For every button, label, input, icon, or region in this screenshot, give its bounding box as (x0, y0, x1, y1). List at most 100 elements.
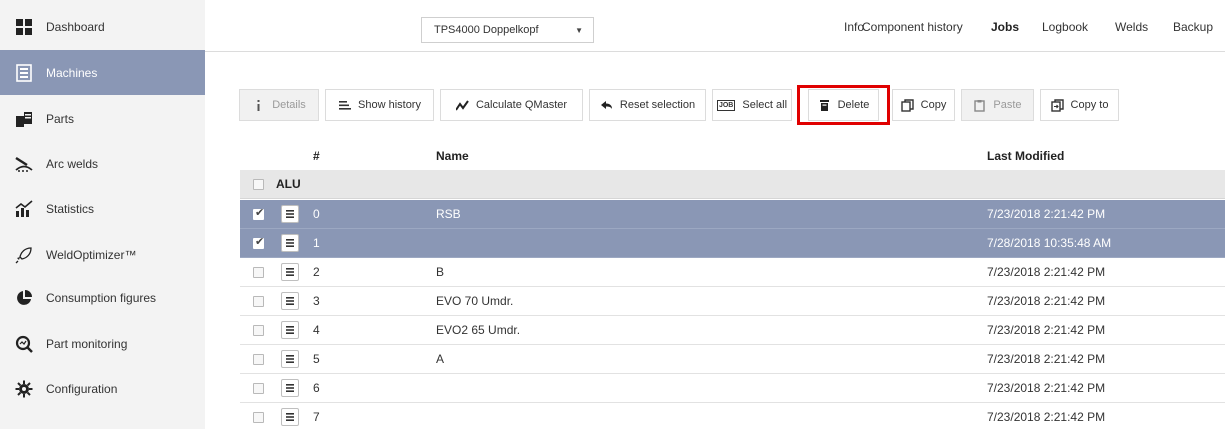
sidebar-item-statistics[interactable]: Statistics (0, 186, 205, 231)
gear-icon (14, 379, 34, 399)
table-row[interactable]: 5 A 7/23/2018 2:21:42 PM (240, 345, 1225, 374)
sidebar-item-label: Dashboard (46, 19, 105, 34)
row-menu-icon[interactable] (281, 292, 299, 310)
column-header-num[interactable]: # (313, 149, 320, 163)
row-modified: 7/23/2018 2:21:42 PM (987, 381, 1106, 395)
row-menu-icon[interactable] (281, 350, 299, 368)
sidebar-item-machines[interactable]: Machines (0, 50, 205, 95)
chevron-down-icon: ▼ (575, 26, 583, 35)
row-name: EVO 70 Umdr. (436, 294, 514, 308)
delete-highlight-frame (797, 85, 890, 125)
tab-backup[interactable]: Backup (1173, 20, 1213, 34)
show-history-button[interactable]: Show history (325, 89, 434, 121)
paste-button[interactable]: Paste (961, 89, 1034, 121)
table-row[interactable]: 3 EVO 70 Umdr. 7/23/2018 2:21:42 PM (240, 287, 1225, 316)
row-checkbox[interactable] (253, 354, 264, 365)
row-checkbox[interactable] (253, 325, 264, 336)
sidebar-item-parts[interactable]: Parts (0, 96, 205, 141)
copy-icon (900, 98, 914, 112)
column-header-last-modified[interactable]: Last Modified (987, 149, 1064, 163)
row-num: 0 (313, 207, 320, 221)
line-chart-icon (455, 99, 469, 112)
row-modified: 7/23/2018 2:21:42 PM (987, 352, 1106, 366)
copy-to-icon (1050, 98, 1064, 112)
row-checkbox[interactable]: ✔ (253, 236, 264, 249)
history-list-icon (338, 99, 351, 112)
row-num: 3 (313, 294, 320, 308)
reply-arrow-icon (600, 99, 613, 112)
select-all-button[interactable]: JOB Select all (712, 89, 792, 121)
copy-button[interactable]: Copy (892, 89, 955, 121)
column-header-name[interactable]: Name (436, 149, 469, 163)
row-checkbox[interactable]: ✔ (253, 207, 264, 220)
table-row[interactable]: ✔ 1 7/28/2018 10:35:48 AM (240, 229, 1225, 258)
group-checkbox[interactable] (253, 179, 264, 190)
row-num: 7 (313, 410, 320, 424)
calculate-qmaster-button[interactable]: Calculate QMaster (440, 89, 583, 121)
row-menu-icon[interactable] (281, 205, 299, 223)
row-name: EVO2 65 Umdr. (436, 323, 521, 337)
row-modified: 7/23/2018 2:21:42 PM (987, 410, 1106, 424)
sidebar-item-configuration[interactable]: Configuration (0, 366, 205, 411)
row-checkbox[interactable] (253, 296, 264, 307)
machine-select[interactable]: TPS4000 Doppelkopf ▼ (421, 17, 594, 43)
copy-button-label: Copy (920, 99, 947, 111)
tab-jobs[interactable]: Jobs (991, 20, 1019, 34)
select-all-button-label: Select all (742, 99, 788, 111)
sidebar-item-label: Machines (46, 65, 98, 80)
clipboard-icon (973, 99, 986, 112)
row-modified: 7/23/2018 2:21:42 PM (987, 265, 1106, 279)
tab-component-history[interactable]: Component history (862, 20, 963, 34)
row-num: 2 (313, 265, 320, 279)
table-row[interactable]: 4 EVO2 65 Umdr. 7/23/2018 2:21:42 PM (240, 316, 1225, 345)
sidebar: Dashboard Machines Parts Arc welds Stati… (0, 0, 205, 429)
row-name: A (436, 352, 445, 366)
row-num: 5 (313, 352, 320, 366)
row-modified: 7/23/2018 2:21:42 PM (987, 323, 1106, 337)
row-menu-icon[interactable] (281, 321, 299, 339)
sidebar-item-label: WeldOptimizer™ (46, 247, 137, 262)
row-num: 6 (313, 381, 320, 395)
row-menu-icon[interactable] (281, 234, 299, 252)
show-history-button-label: Show history (358, 99, 421, 111)
parts-icon (14, 109, 34, 129)
row-name: B (436, 265, 445, 279)
row-checkbox[interactable] (253, 412, 264, 423)
copy-to-button-label: Copy to (1070, 99, 1109, 111)
sidebar-item-arc-welds[interactable]: Arc welds (0, 141, 205, 186)
row-modified: 7/23/2018 2:21:42 PM (987, 294, 1106, 308)
sidebar-item-weldoptimizer[interactable]: WeldOptimizer™ (0, 232, 205, 277)
sidebar-item-label: Arc welds (46, 156, 99, 171)
table-row[interactable]: 2 B 7/23/2018 2:21:42 PM (240, 258, 1225, 287)
tab-welds[interactable]: Welds (1115, 20, 1148, 34)
sidebar-item-part-monitoring[interactable]: Part monitoring (0, 321, 205, 366)
table-row[interactable]: ✔ 0 RSB 7/23/2018 2:21:42 PM (240, 200, 1225, 229)
group-row-alu[interactable]: ALU (240, 170, 1225, 199)
group-label: ALU (276, 177, 301, 191)
reset-selection-button[interactable]: Reset selection (589, 89, 706, 121)
row-menu-icon[interactable] (281, 408, 299, 426)
machines-icon (14, 63, 34, 83)
tab-info[interactable]: Info (844, 20, 864, 34)
table-row[interactable]: 7 7/23/2018 2:21:42 PM (240, 403, 1225, 429)
statistics-icon (14, 199, 34, 219)
sidebar-item-consumption-figures[interactable]: Consumption figures (0, 275, 205, 320)
part-monitoring-icon (14, 334, 34, 354)
copy-to-button[interactable]: Copy to (1040, 89, 1119, 121)
sidebar-item-label: Configuration (46, 381, 118, 396)
row-checkbox[interactable] (253, 267, 264, 278)
arc-welds-icon (14, 154, 34, 174)
row-num: 1 (313, 236, 320, 250)
reset-selection-button-label: Reset selection (619, 99, 696, 111)
sidebar-item-label: Statistics (46, 201, 95, 216)
sidebar-item-label: Consumption figures (46, 290, 157, 305)
details-button[interactable]: Details (239, 89, 319, 121)
row-menu-icon[interactable] (281, 379, 299, 397)
row-checkbox[interactable] (253, 383, 264, 394)
paste-button-label: Paste (993, 99, 1022, 111)
sidebar-item-dashboard[interactable]: Dashboard (0, 4, 205, 49)
row-menu-icon[interactable] (281, 263, 299, 281)
table-row[interactable]: 6 7/23/2018 2:21:42 PM (240, 374, 1225, 403)
tab-logbook[interactable]: Logbook (1042, 20, 1088, 34)
details-button-label: Details (272, 99, 306, 111)
